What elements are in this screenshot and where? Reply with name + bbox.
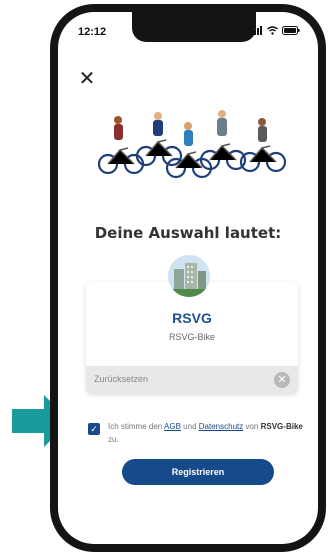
reset-label: Zurücksetzen [94, 374, 149, 384]
battery-icon [282, 26, 300, 35]
consent-suffix: zu. [108, 435, 119, 444]
cyclists-illustration [98, 110, 287, 179]
consent-checkbox[interactable]: ✓ [88, 423, 100, 435]
wifi-icon [267, 26, 278, 35]
app-screen: 12:12 ✕ Deine Auswahl lautet: RSVG RSVG-… [58, 12, 318, 544]
signal-icon [251, 26, 262, 35]
phone-frame: 12:12 ✕ Deine Auswahl lautet: RSVG RSVG-… [50, 4, 326, 552]
status-icons [251, 26, 300, 35]
consent-prefix: Ich stimme den [108, 422, 163, 431]
provider-logo [168, 255, 210, 297]
consent-und: und [183, 422, 197, 431]
provider-card: RSVG RSVG-Bike Zurücksetzen ✕ [86, 282, 298, 394]
close-icon[interactable]: ✕ [78, 69, 96, 89]
provider-subtitle: RSVG-Bike [168, 332, 215, 342]
consent-brand: RSVG-Bike [260, 422, 303, 431]
provider-name: RSVG [172, 310, 212, 326]
phone-notch [132, 12, 256, 42]
selection-heading: Deine Auswahl lautet: [94, 224, 282, 242]
datenschutz-link[interactable]: Datenschutz [199, 422, 243, 431]
consent-von: von [245, 422, 259, 431]
register-button[interactable]: Registrieren [122, 459, 274, 485]
reset-field[interactable]: Zurücksetzen ✕ [86, 366, 298, 394]
clear-icon[interactable]: ✕ [274, 372, 290, 388]
consent-text: Ich stimme den AGB und Datenschutz von R… [108, 420, 304, 446]
status-time: 12:12 [78, 26, 107, 38]
agb-link[interactable]: AGB [164, 422, 181, 431]
